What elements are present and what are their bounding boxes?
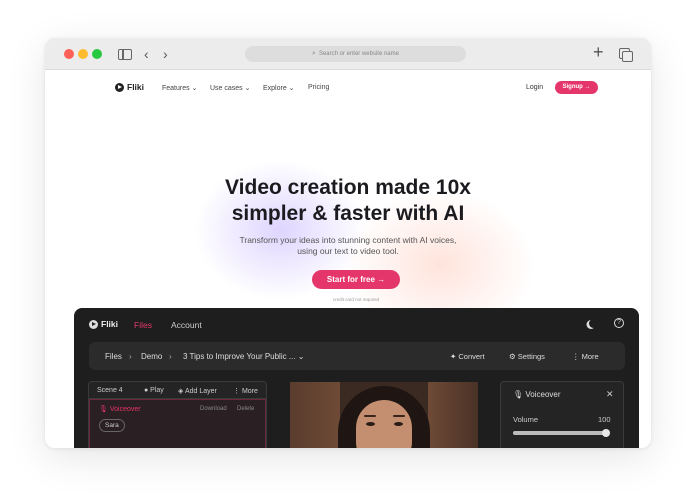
sidebar-icon[interactable] xyxy=(118,49,132,60)
minimize-window-button[interactable] xyxy=(78,49,88,59)
tab-files[interactable]: Files xyxy=(134,320,152,330)
breadcrumb-project-label: 3 Tips to Improve Your Public ... xyxy=(183,352,296,361)
help-icon[interactable]: ? xyxy=(614,318,624,328)
tabs-overview-icon[interactable] xyxy=(619,48,633,62)
chevron-down-icon: ⌄ xyxy=(297,352,305,361)
voiceover-settings-panel: 🎙 Voiceover ✕ Volume 100 xyxy=(500,381,624,448)
scene-panel: Scene 4 ● Play ◈ Add Layer ⋮ More 🎙 Voic… xyxy=(88,381,267,448)
voice-chip[interactable]: Sara xyxy=(99,419,125,432)
convert-button[interactable]: ✦ Convert xyxy=(450,352,485,361)
back-icon[interactable]: ‹ xyxy=(144,46,149,62)
hero-subtitle: Transform your ideas into stunning conte… xyxy=(239,235,457,256)
login-link[interactable]: Login xyxy=(526,84,543,91)
site-navbar: Fliki Features ⌄ Use cases ⌄ Explore ⌄ P… xyxy=(45,70,651,106)
close-icon[interactable]: ✕ xyxy=(606,389,614,400)
hero-title: Video creation made 10x simpler & faster… xyxy=(148,175,548,227)
site-logo-text: Fliki xyxy=(127,82,145,92)
cta-note: credit card not required xyxy=(332,297,380,302)
scene-title: Scene 4 xyxy=(97,387,123,394)
presenter-brow xyxy=(364,415,376,417)
close-window-button[interactable] xyxy=(64,49,74,59)
nav-explore[interactable]: Explore ⌄ xyxy=(263,84,295,92)
new-tab-icon[interactable]: + xyxy=(593,43,604,61)
play-button[interactable]: ● Play xyxy=(144,387,164,394)
start-for-free-button[interactable]: Start for free → xyxy=(312,270,400,289)
breadcrumb-project[interactable]: 3 Tips to Improve Your Public ... ⌄ xyxy=(183,352,304,361)
voiceover-panel-title: 🎙 Voiceover xyxy=(513,390,561,399)
signup-button[interactable]: Signup → xyxy=(555,81,598,94)
volume-label: Volume xyxy=(513,415,539,424)
forward-icon[interactable]: › xyxy=(163,46,168,62)
app-logo[interactable]: Fliki xyxy=(89,319,118,329)
browser-titlebar: ‹ › ⌕ Search or enter website name + xyxy=(45,38,651,70)
presenter-face xyxy=(356,400,412,448)
nav-pricing[interactable]: Pricing xyxy=(308,84,329,91)
video-background-left xyxy=(290,382,340,448)
volume-slider[interactable] xyxy=(513,429,610,437)
delete-button[interactable]: Delete xyxy=(237,406,254,412)
breadcrumb-files[interactable]: Files xyxy=(105,352,122,361)
search-icon: ⌕ xyxy=(312,50,316,57)
app-preview: Fliki Files Account ? Files › Demo › 3 T… xyxy=(74,308,639,448)
video-background-right xyxy=(428,382,478,448)
add-layer-button[interactable]: ◈ Add Layer xyxy=(178,387,217,395)
nav-features[interactable]: Features ⌄ xyxy=(162,84,197,92)
voiceover-layer-label: 🎙 Voiceover xyxy=(99,406,141,413)
fliki-logo-icon xyxy=(115,82,124,92)
project-toolbar: Files › Demo › 3 Tips to Improve Your Pu… xyxy=(89,342,625,370)
presenter-brow xyxy=(393,415,405,417)
breadcrumb-separator: › xyxy=(129,352,132,361)
presenter-eye xyxy=(394,422,403,426)
maximize-window-button[interactable] xyxy=(92,49,102,59)
address-bar[interactable]: ⌕ Search or enter website name xyxy=(245,46,466,62)
hero-title-line-1: Video creation made 10x xyxy=(225,176,471,199)
volume-slider-thumb[interactable] xyxy=(602,429,610,437)
nav-use-cases[interactable]: Use cases ⌄ xyxy=(210,84,251,92)
app-logo-text: Fliki xyxy=(101,319,119,329)
breadcrumb-demo[interactable]: Demo xyxy=(141,352,162,361)
settings-button[interactable]: ⚙ Settings xyxy=(509,352,545,361)
moon-icon[interactable] xyxy=(589,319,598,328)
browser-window: ‹ › ⌕ Search or enter website name + Flik… xyxy=(45,38,651,448)
address-placeholder: Search or enter website name xyxy=(318,51,399,57)
tab-account[interactable]: Account xyxy=(171,320,202,330)
more-button[interactable]: ⋮ More xyxy=(572,352,599,361)
scene-header: Scene 4 ● Play ◈ Add Layer ⋮ More xyxy=(89,382,266,399)
voiceover-layer[interactable]: 🎙 Voiceover Download Delete Sara xyxy=(89,399,266,448)
volume-slider-fill xyxy=(513,431,606,435)
fliki-logo-icon xyxy=(89,319,98,329)
volume-value: 100 xyxy=(598,415,611,424)
web-page: Fliki Features ⌄ Use cases ⌄ Explore ⌄ P… xyxy=(45,70,651,448)
download-button[interactable]: Download xyxy=(200,406,227,412)
presenter-eye xyxy=(366,422,375,426)
video-preview[interactable] xyxy=(290,382,478,448)
hero-title-line-2: simpler & faster with AI xyxy=(231,202,465,225)
site-logo[interactable]: Fliki xyxy=(115,82,144,92)
scene-more-button[interactable]: ⋮ More xyxy=(233,387,258,395)
breadcrumb-separator: › xyxy=(169,352,172,361)
